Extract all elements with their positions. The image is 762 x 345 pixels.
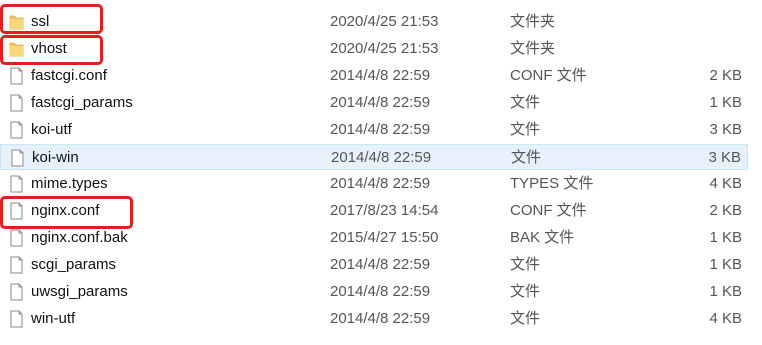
file-date: 2014/4/8 22:59: [331, 149, 432, 166]
file-type: 文件: [510, 94, 541, 111]
file-row[interactable]: vhost 2020/4/25 21:53 文件夹: [0, 36, 748, 62]
file-type: TYPES 文件: [510, 175, 594, 192]
file-type: 文件: [511, 149, 542, 166]
file-type: 文件: [510, 256, 541, 273]
file-icon: [9, 256, 24, 274]
file-row[interactable]: scgi_params 2014/4/8 22:59 文件 1 KB: [0, 252, 748, 278]
file-size: 2 KB: [709, 67, 742, 84]
file-type: 文件: [510, 121, 541, 138]
file-type: CONF 文件: [510, 202, 587, 219]
file-name: scgi_params: [31, 256, 117, 273]
file-type: BAK 文件: [510, 229, 575, 246]
file-date: 2020/4/25 21:53: [330, 13, 439, 30]
file-size: 1 KB: [709, 229, 742, 246]
file-name: win-utf: [31, 310, 76, 327]
file-size: 4 KB: [709, 310, 742, 327]
file-type: 文件夹: [510, 13, 556, 30]
file-name: uwsgi_params: [31, 283, 128, 300]
file-size: 3 KB: [708, 149, 741, 166]
file-list: ssl 2020/4/25 21:53 文件夹 vhost 2020/4/25 …: [0, 0, 762, 345]
file-icon: [9, 229, 24, 247]
file-row[interactable]: fastcgi.conf 2014/4/8 22:59 CONF 文件 2 KB: [0, 63, 748, 89]
file-date: 2014/4/8 22:59: [330, 256, 431, 273]
file-name: nginx.conf.bak: [31, 229, 128, 246]
file-row[interactable]: mime.types 2014/4/8 22:59 TYPES 文件 4 KB: [0, 171, 748, 197]
file-icon: [9, 67, 24, 85]
file-type: 文件: [510, 283, 541, 300]
file-icon: [9, 175, 24, 193]
file-row[interactable]: fastcgi_params 2014/4/8 22:59 文件 1 KB: [0, 90, 748, 116]
file-icon: [10, 149, 25, 167]
file-date: 2014/4/8 22:59: [330, 175, 431, 192]
file-icon: [9, 94, 24, 112]
file-size: 2 KB: [709, 202, 742, 219]
file-date: 2020/4/25 21:53: [330, 40, 439, 57]
file-name: fastcgi_params: [31, 94, 133, 111]
file-row[interactable]: uwsgi_params 2014/4/8 22:59 文件 1 KB: [0, 279, 748, 305]
file-size: 1 KB: [709, 256, 742, 273]
file-date: 2014/4/8 22:59: [330, 310, 431, 327]
file-icon: [9, 283, 24, 301]
annotation-box-ssl: [0, 4, 103, 34]
file-icon: [9, 310, 24, 328]
file-size: 1 KB: [709, 283, 742, 300]
file-date: 2014/4/8 22:59: [330, 67, 431, 84]
annotation-box-nginx-conf: [0, 196, 133, 229]
file-name: koi-utf: [31, 121, 72, 138]
annotation-box-vhost: [0, 35, 103, 65]
file-name: mime.types: [31, 175, 108, 192]
file-date: 2014/4/8 22:59: [330, 283, 431, 300]
file-date: 2014/4/8 22:59: [330, 94, 431, 111]
file-row[interactable]: koi-utf 2014/4/8 22:59 文件 3 KB: [0, 117, 748, 143]
file-type: 文件夹: [510, 40, 556, 57]
file-row[interactable]: ssl 2020/4/25 21:53 文件夹: [0, 9, 748, 35]
file-row[interactable]: koi-win 2014/4/8 22:59 文件 3 KB: [0, 144, 748, 170]
file-row[interactable]: win-utf 2014/4/8 22:59 文件 4 KB: [0, 306, 748, 332]
file-type: 文件: [510, 310, 541, 327]
file-type: CONF 文件: [510, 67, 587, 84]
file-icon: [9, 121, 24, 139]
file-size: 1 KB: [709, 94, 742, 111]
file-date: 2017/8/23 14:54: [330, 202, 439, 219]
file-name: fastcgi.conf: [31, 67, 107, 84]
file-date: 2014/4/8 22:59: [330, 121, 431, 138]
file-name: koi-win: [32, 149, 79, 166]
file-size: 4 KB: [709, 175, 742, 192]
file-date: 2015/4/27 15:50: [330, 229, 439, 246]
file-size: 3 KB: [709, 121, 742, 138]
